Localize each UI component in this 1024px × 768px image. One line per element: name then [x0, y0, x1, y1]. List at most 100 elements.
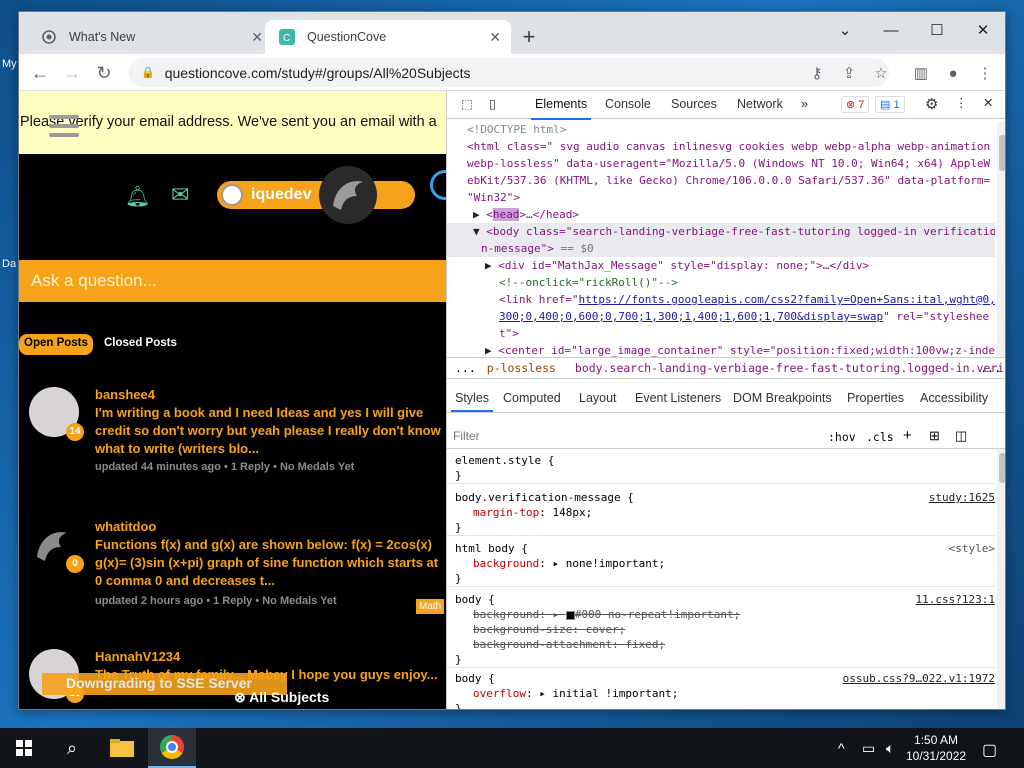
- mail-icon[interactable]: ✉: [171, 182, 189, 208]
- prop-name[interactable]: overflow: [473, 687, 526, 700]
- style-rule[interactable]: body.verification-message { study:1625 m…: [447, 490, 995, 536]
- post-username[interactable]: HannahV1234: [95, 649, 180, 664]
- share-icon[interactable]: ⇪: [839, 64, 859, 84]
- dolphin-logo-icon[interactable]: [319, 166, 377, 224]
- color-swatch[interactable]: [565, 610, 575, 620]
- dom-comment[interactable]: <!--onclick="rickRoll()"-->: [499, 274, 678, 291]
- search-icon[interactable]: ⌕: [48, 728, 96, 768]
- prop-value[interactable]: cover;: [586, 623, 626, 636]
- post-username[interactable]: banshee4: [95, 387, 155, 402]
- tab-event-listeners[interactable]: Event Listeners: [635, 391, 721, 405]
- tab-network[interactable]: Network: [737, 97, 783, 111]
- close-tab-icon[interactable]: ✕: [251, 29, 263, 46]
- side-panel-icon[interactable]: ▥: [911, 64, 931, 84]
- back-icon[interactable]: ←: [26, 59, 54, 87]
- font-url[interactable]: https://fonts.googleapis.com/css2?family…: [578, 293, 995, 306]
- style-rule[interactable]: body { ossub.css?9…022.v1:1972 overflow:…: [447, 671, 995, 709]
- tab-accessibility[interactable]: Accessibility: [920, 391, 988, 405]
- new-tab-icon[interactable]: +: [519, 24, 539, 50]
- dom-link-end[interactable]: t">: [499, 325, 519, 342]
- device-toolbar-icon[interactable]: ▯: [489, 96, 496, 111]
- prop-value[interactable]: #000 no-repeat!important;: [575, 608, 741, 621]
- tab-open-posts[interactable]: Open Posts: [19, 334, 93, 355]
- styles-scrollbar[interactable]: [997, 449, 1005, 709]
- breadcrumb-more[interactable]: ...: [980, 361, 1001, 375]
- start-windows-icon[interactable]: [0, 728, 48, 768]
- tab-questioncove[interactable]: C QuestionCove ✕: [265, 20, 511, 54]
- tab-console[interactable]: Console: [605, 97, 651, 111]
- prop-name[interactable]: margin-top: [473, 506, 539, 519]
- rule-source-link[interactable]: 11.css?123:1: [916, 592, 995, 607]
- post-question[interactable]: I'm writing a book and I need Ideas and …: [95, 404, 445, 458]
- prop-value[interactable]: none!important;: [566, 557, 665, 570]
- prop-name[interactable]: background-size: [473, 623, 572, 636]
- prop-value[interactable]: 148px;: [552, 506, 592, 519]
- desktop-icon-label[interactable]: Da: [2, 258, 16, 270]
- show-hidden-icons-chevron-icon[interactable]: ^: [838, 740, 845, 756]
- lock-icon[interactable]: 🔒: [141, 66, 155, 79]
- prop-name[interactable]: background-attachment: [473, 638, 612, 651]
- all-subjects-label[interactable]: ⊗ All Subjects: [234, 689, 329, 706]
- subject-tag[interactable]: Math: [416, 599, 445, 614]
- inspect-element-icon[interactable]: ⬚: [461, 96, 473, 111]
- expand-arrow-icon[interactable]: ▶: [485, 259, 492, 272]
- tab-properties[interactable]: Properties: [847, 391, 904, 405]
- minimize-icon[interactable]: —: [868, 16, 914, 46]
- error-count-badge[interactable]: ⊗ 7: [841, 96, 870, 113]
- close-devtools-icon[interactable]: ✕: [983, 95, 993, 110]
- user-menu[interactable]: iquedev: [217, 181, 415, 209]
- desktop-icon-label[interactable]: My: [2, 58, 17, 70]
- tab-whats-new[interactable]: What's New ✕: [27, 20, 273, 54]
- message-count-badge[interactable]: ▤ 1: [875, 96, 905, 113]
- tab-styles[interactable]: Styles: [450, 391, 494, 412]
- tab-layout[interactable]: Layout: [579, 391, 617, 405]
- font-url[interactable]: 300;0,400;0,600;0,700;1,300;1,400;1,600;…: [499, 310, 883, 323]
- forward-icon[interactable]: →: [58, 59, 86, 87]
- prop-name[interactable]: background: [473, 608, 539, 621]
- ask-question-input[interactable]: Ask a question...: [19, 260, 446, 302]
- toggle-sidebar-icon[interactable]: ◫: [955, 428, 967, 444]
- devtools-menu-icon[interactable]: ⋮: [955, 95, 968, 110]
- clock[interactable]: 1:50 AM 10/31/2022: [906, 732, 966, 764]
- close-window-icon[interactable]: ✕: [960, 16, 1005, 46]
- expand-arrow-icon[interactable]: ▶: [485, 344, 492, 357]
- bell-icon[interactable]: 🔔︎: [125, 184, 150, 209]
- dom-doctype[interactable]: <!DOCTYPE html>: [467, 121, 566, 138]
- file-explorer-icon[interactable]: [98, 728, 146, 768]
- styles-filter-input[interactable]: [453, 429, 753, 443]
- expand-arrow-icon[interactable]: ▶: [473, 208, 480, 221]
- chrome-taskbar-icon[interactable]: [148, 728, 196, 768]
- new-rule-plus-icon[interactable]: +: [903, 427, 912, 444]
- reload-icon[interactable]: ↻: [90, 59, 118, 87]
- tab-dom-breakpoints[interactable]: DOM Breakpoints: [733, 391, 832, 405]
- dom-html-line[interactable]: ebKit/537.36 (KHTML, like Gecko) Chrome/…: [467, 172, 990, 189]
- notifications-icon[interactable]: ▢: [982, 740, 997, 760]
- collapse-arrow-icon[interactable]: ▼: [473, 225, 480, 238]
- rule-source-link[interactable]: ossub.css?9…022.v1:1972: [843, 671, 995, 686]
- tab-computed[interactable]: Computed: [503, 391, 561, 405]
- style-rule[interactable]: html body { <style> background: ▸ none!i…: [447, 541, 995, 587]
- tab-sources[interactable]: Sources: [671, 97, 717, 111]
- dom-link-node[interactable]: <link href="https://fonts.googleapis.com…: [499, 291, 995, 308]
- kebab-menu-icon[interactable]: ⋮: [975, 64, 995, 84]
- network-icon[interactable]: ▭: [862, 740, 875, 757]
- dom-mathjax-node[interactable]: ▶ <div id="MathJax_Message" style="displ…: [485, 257, 869, 274]
- breadcrumb-current[interactable]: body.search-landing-verbiage-free-fast-t…: [575, 361, 1005, 375]
- cls-toggle[interactable]: .cls: [866, 430, 894, 444]
- prop-value[interactable]: fixed;: [625, 638, 665, 651]
- rule-source-link[interactable]: study:1625: [929, 490, 995, 505]
- style-rule[interactable]: body { 11.css?123:1 background: ▸ #000 n…: [447, 592, 995, 668]
- prop-value[interactable]: initial !important;: [552, 687, 678, 700]
- dom-scrollbar[interactable]: [997, 121, 1005, 357]
- dom-html-line[interactable]: webp-lossless" data-useragent="Mozilla/5…: [467, 155, 990, 172]
- maximize-icon[interactable]: ☐: [914, 16, 960, 46]
- post-username[interactable]: whatitdoo: [95, 519, 156, 534]
- close-tab-icon[interactable]: ✕: [489, 29, 501, 46]
- post-question[interactable]: Functions f(x) and g(x) are shown below:…: [95, 536, 445, 590]
- more-tabs-icon[interactable]: »: [801, 97, 808, 111]
- style-rule[interactable]: element.style { }: [447, 453, 995, 484]
- profile-avatar-icon[interactable]: ●: [943, 64, 963, 84]
- prop-name[interactable]: background: [473, 557, 539, 570]
- breadcrumb-prev[interactable]: p-lossless: [487, 361, 556, 375]
- address-bar[interactable]: 🔒 questioncove.com/study#/groups/All%20S…: [129, 58, 889, 87]
